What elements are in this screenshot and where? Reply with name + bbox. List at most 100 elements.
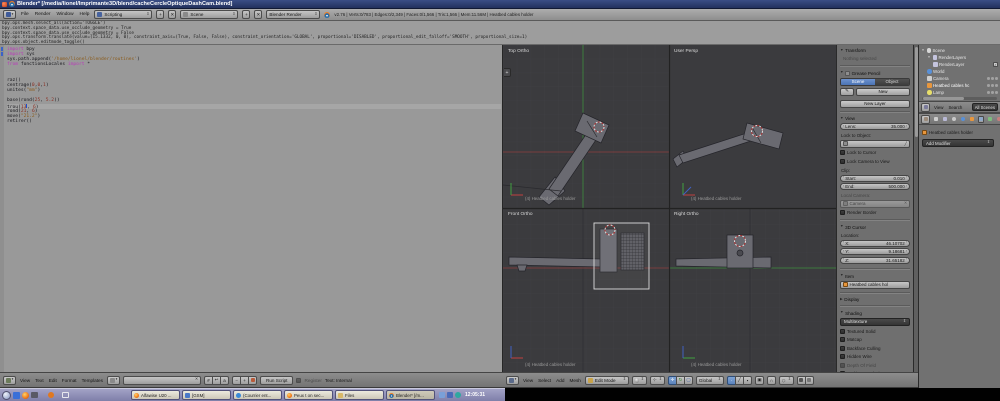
screen-layout-selector[interactable]: Scripting ⇕ — [94, 10, 152, 19]
taskbar-window-alfawise[interactable]: Alfawise U20 ... — [131, 390, 180, 400]
code-lines[interactable]: import bpyimport syssys.path.append('/ho… — [7, 47, 502, 124]
panel-item[interactable]: ▼Item — [840, 273, 910, 280]
clip-start-field[interactable]: ‹Start:0.010› — [840, 175, 910, 182]
textured-solid-checkbox[interactable]: Textured Solid — [840, 328, 910, 334]
outliner-item-renderlayers[interactable]: ▾RenderLayers — [921, 54, 998, 61]
mode-dropdown[interactable]: Edit Mode ⇕ — [585, 376, 629, 385]
taskbar-clock[interactable]: 12:05:31 — [465, 392, 485, 398]
taskbar-window-peux[interactable]: Peux t on sec... — [284, 390, 333, 400]
panel-shading[interactable]: ▼Shading — [840, 310, 910, 317]
outliner-item-heatbed[interactable]: Heatbed cables hc — [921, 82, 998, 89]
outliner-menu-search[interactable]: Search — [947, 105, 963, 110]
menu-help[interactable]: Help — [79, 12, 91, 17]
launcher-folder-icon[interactable] — [31, 392, 38, 398]
te-menu-view[interactable]: View — [19, 378, 31, 383]
face-select-button[interactable]: ▪ — [743, 376, 752, 385]
cursor-z-field[interactable]: ‹Z:31.65182› — [840, 257, 910, 264]
code-line[interactable]: retirer() — [7, 119, 502, 124]
snap-element-dropdown[interactable]: ⬡ ⇕ — [779, 376, 794, 385]
vp-menu-view[interactable]: View — [522, 378, 534, 383]
vp-menu-mesh[interactable]: Mesh — [568, 378, 581, 383]
menu-window[interactable]: Window — [55, 12, 74, 17]
lock-to-object-field[interactable]: ╱ — [840, 140, 910, 148]
window-menu-icon[interactable] — [2, 2, 7, 7]
outliner-item-renderlayer[interactable]: RenderLayer✓ — [921, 61, 998, 68]
window-titlebar[interactable]: Blender* [/media/lionel/Imprimante3D/ble… — [0, 0, 1000, 9]
menu-file[interactable]: File — [20, 12, 30, 17]
hidden-wire-checkbox[interactable]: Hidden Wire — [840, 354, 910, 360]
cursor-x-field[interactable]: ‹X:46.10702› — [840, 240, 910, 247]
tab-object[interactable]: Object — [875, 79, 909, 85]
local-camera-field[interactable]: Camera✕ — [840, 200, 910, 208]
close-icon[interactable]: ✕ — [195, 378, 198, 382]
viewport-editor-type-button[interactable]: ▾ — [506, 376, 519, 385]
taskbar-window-files[interactable]: Files — [335, 390, 384, 400]
eyedropper-icon[interactable]: ╱ — [904, 141, 907, 146]
register-checkbox[interactable] — [296, 378, 301, 383]
snap-toggle[interactable]: ∩ — [767, 376, 776, 385]
outliner-scrollbar[interactable] — [922, 97, 997, 100]
scale-manipulator-button[interactable]: ▢ — [684, 376, 693, 385]
item-name-field[interactable]: Heatbed cables hol — [840, 281, 910, 289]
shading-mode-dropdown[interactable]: Multitexture⇕ — [840, 318, 910, 326]
info-editor-type-button[interactable]: ▾ — [3, 10, 16, 19]
text-editor[interactable]: import bpyimport syssys.path.append('/ho… — [0, 45, 503, 372]
te-menu-edit[interactable]: Edit — [48, 378, 58, 383]
matcap-checkbox[interactable]: Matcap — [840, 337, 910, 343]
grease-new-button[interactable]: New — [856, 88, 910, 96]
vp-menu-select[interactable]: Select — [537, 378, 552, 383]
tray-updates-icon[interactable] — [455, 392, 461, 398]
scene-selector[interactable]: Scene ⇕ — [180, 10, 238, 19]
run-script-button[interactable]: Run Script — [260, 376, 293, 385]
depth-of-field-checkbox[interactable]: Depth Of Field — [840, 362, 910, 368]
lock-camera-checkbox[interactable]: Lock Camera to View — [840, 158, 910, 164]
tray-network-icon[interactable] — [447, 392, 453, 398]
grease-draw-button[interactable]: ✎ — [840, 88, 854, 96]
tab-world[interactable] — [960, 116, 966, 123]
start-menu-button[interactable] — [2, 391, 11, 400]
renderlayer-checkbox[interactable]: ✓ — [993, 62, 998, 67]
launcher-firefox-icon[interactable] — [22, 392, 29, 399]
taskbar-window-courrier[interactable]: (Courrier ent... — [233, 390, 282, 400]
restriction-icons[interactable] — [987, 91, 998, 94]
outliner-filter-dropdown[interactable]: All Scenes — [972, 103, 998, 111]
outliner-editor-type-button[interactable] — [921, 103, 930, 112]
tab-render[interactable] — [933, 116, 939, 123]
menu-render[interactable]: Render — [34, 12, 52, 17]
restriction-icons[interactable] — [987, 84, 998, 87]
tab-object[interactable] — [969, 116, 975, 123]
add-modifier-dropdown[interactable]: Add Modifier ⇕ — [922, 139, 994, 147]
toolshelf-expand-button[interactable]: + — [504, 68, 511, 77]
vp-menu-add[interactable]: Add — [555, 378, 565, 383]
occlude-geometry-toggle[interactable]: ▣ — [755, 376, 764, 385]
opengl-render-anim-button[interactable] — [805, 376, 814, 385]
new-layer-button[interactable]: New Layer — [840, 100, 910, 108]
te-menu-templates[interactable]: Templates — [81, 378, 104, 383]
viewport-canvas[interactable] — [503, 45, 836, 372]
scene-add-button[interactable]: + — [242, 10, 250, 19]
render-border-checkbox[interactable]: Render Border — [840, 210, 910, 216]
tab-material[interactable] — [996, 116, 1000, 123]
properties-editor-type-button[interactable] — [921, 115, 930, 124]
pivot-point-dropdown[interactable]: ⊹ ⇕ — [650, 376, 665, 385]
panel-3d-cursor[interactable]: ▼3D Cursor — [840, 224, 910, 231]
text-datablock-browse-button[interactable]: ▾ — [107, 376, 120, 385]
outliner-item-world[interactable]: World — [921, 68, 998, 75]
restriction-icons[interactable] — [987, 77, 998, 80]
orientation-dropdown[interactable]: Global ⇕ — [696, 376, 724, 385]
tray-display-icon[interactable] — [439, 392, 445, 398]
launcher-settings-icon[interactable] — [48, 392, 54, 398]
taskbar-window-blender[interactable]: Blender* [/m... — [386, 390, 435, 400]
launcher-filemanager-icon[interactable] — [13, 392, 20, 399]
outliner-item-lamp[interactable]: Lamp — [921, 89, 998, 96]
te-menu-text[interactable]: Text — [34, 378, 45, 383]
te-menu-format[interactable]: Format — [61, 378, 78, 383]
outliner-menu-view[interactable]: View — [933, 105, 944, 110]
outliner-item-scene[interactable]: ▾Scene — [921, 47, 998, 54]
outliner-item-camera[interactable]: Camera — [921, 75, 998, 82]
viewport-shading-dropdown[interactable]: ⇕ — [632, 376, 647, 385]
layout-add-button[interactable]: + — [156, 10, 164, 19]
tab-scene[interactable]: Scene — [841, 79, 875, 85]
tab-object-data[interactable] — [987, 116, 993, 123]
taskbar-window-gsm[interactable]: [GSM] — [182, 390, 231, 400]
